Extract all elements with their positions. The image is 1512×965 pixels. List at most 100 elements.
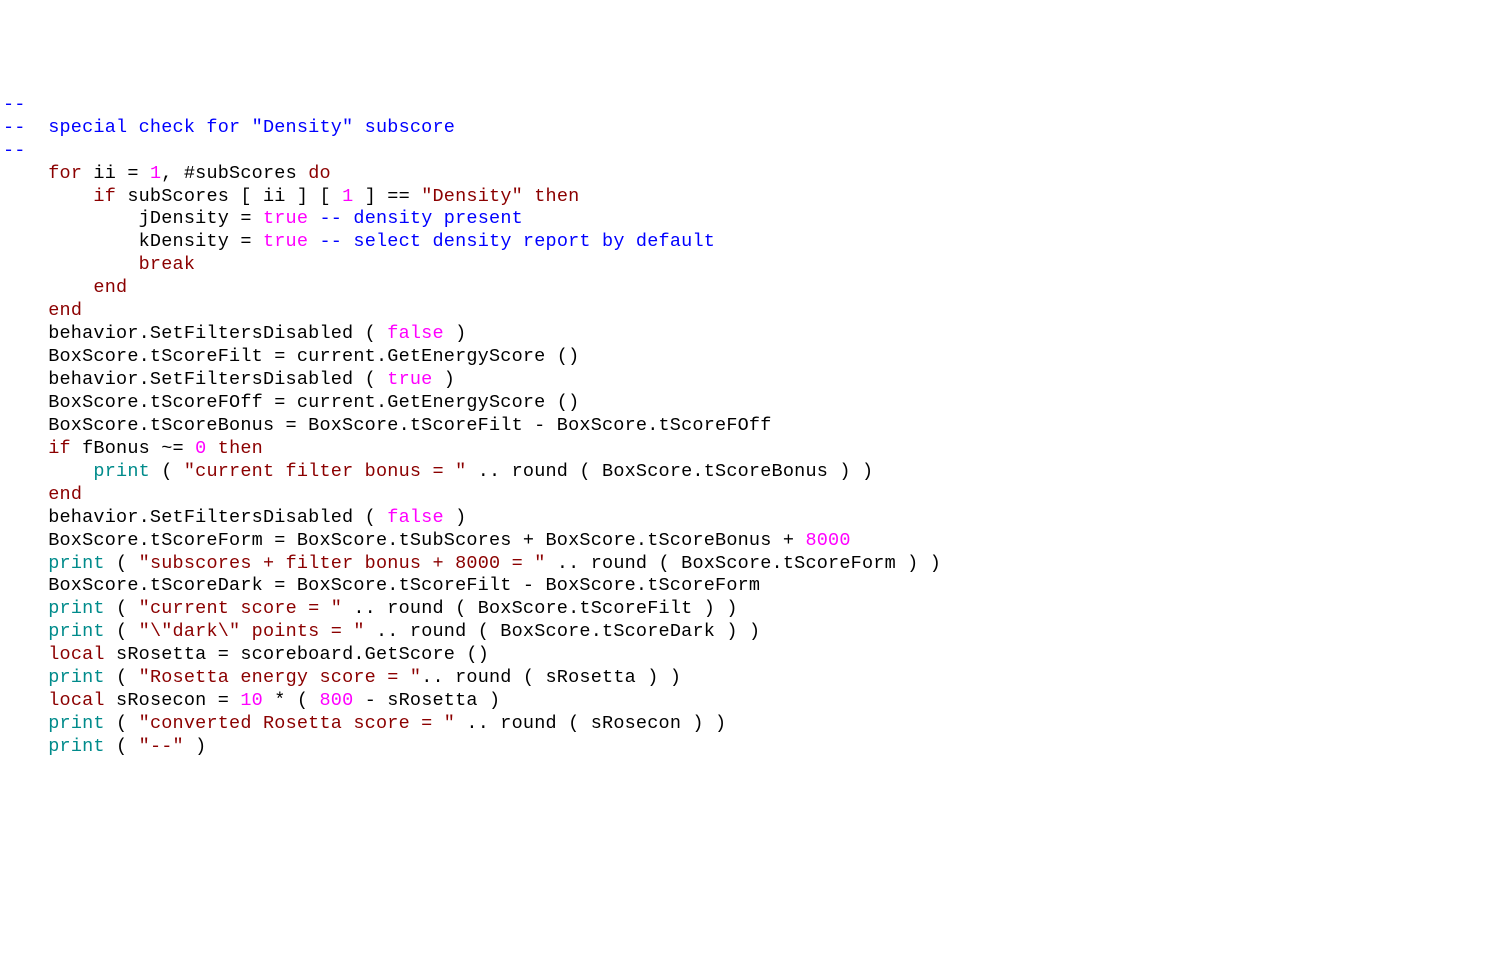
code-token: ] == (353, 186, 421, 207)
code-line: BoxScore.tScoreBonus = BoxScore.tScoreFi… (3, 415, 1512, 438)
code-token (3, 254, 139, 275)
code-token: behavior.SetFiltersDisabled ( (3, 507, 387, 528)
code-token: behavior.SetFiltersDisabled ( (3, 369, 387, 390)
code-token (206, 438, 217, 459)
code-token: if (93, 186, 116, 207)
code-line: break (3, 254, 1512, 277)
code-token (3, 277, 93, 298)
code-line: -- special check for "Density" subscore (3, 117, 1512, 140)
code-token: end (48, 300, 82, 321)
code-line: BoxScore.tScoreFOff = current.GetEnergyS… (3, 392, 1512, 415)
code-token: "\"dark\" points = " (139, 621, 365, 642)
code-token: then (534, 186, 579, 207)
code-line: end (3, 277, 1512, 300)
code-token (308, 231, 319, 252)
code-line: local sRosecon = 10 * ( 800 - sRosetta ) (3, 690, 1512, 713)
code-line: print ( "converted Rosetta score = " .. … (3, 713, 1512, 736)
code-token: print (48, 598, 105, 619)
code-token: for (48, 163, 82, 184)
code-token: sRosecon = (105, 690, 241, 711)
code-line: print ( "--" ) (3, 736, 1512, 759)
code-token: print (48, 553, 105, 574)
code-token (3, 553, 48, 574)
code-token: BoxScore.tScoreFilt = current.GetEnergyS… (3, 346, 579, 367)
code-token: true (387, 369, 432, 390)
code-token: print (93, 461, 150, 482)
code-token: fBonus ~= (71, 438, 195, 459)
code-line: for ii = 1, #subScores do (3, 163, 1512, 186)
code-token: ( (105, 713, 139, 734)
code-token: ) (184, 736, 207, 757)
code-token: 0 (195, 438, 206, 459)
code-token: -- (3, 140, 26, 161)
code-token: 1 (150, 163, 161, 184)
code-token: true (263, 231, 308, 252)
code-block: ---- special check for "Density" subscor… (0, 92, 1512, 759)
code-token: -- density present (319, 208, 522, 229)
code-token: * ( (263, 690, 320, 711)
code-token (523, 186, 534, 207)
code-line: BoxScore.tScoreFilt = current.GetEnergyS… (3, 346, 1512, 369)
code-line: -- (3, 140, 1512, 163)
code-token: ( (105, 736, 139, 757)
code-token: -- select density report by default (319, 231, 715, 252)
code-line: BoxScore.tScoreDark = BoxScore.tScoreFil… (3, 575, 1512, 598)
code-token: do (308, 163, 331, 184)
code-token (3, 300, 48, 321)
code-line: print ( "\"dark\" points = " .. round ( … (3, 621, 1512, 644)
code-line: jDensity = true -- density present (3, 208, 1512, 231)
code-token: break (139, 254, 196, 275)
code-line: local sRosetta = scoreboard.GetScore () (3, 644, 1512, 667)
code-token: BoxScore.tScoreDark = BoxScore.tScoreFil… (3, 575, 760, 596)
code-token: "Density" (421, 186, 523, 207)
code-token: -- (3, 94, 26, 115)
code-token (3, 163, 48, 184)
code-token (3, 186, 93, 207)
code-token: BoxScore.tScoreForm = BoxScore.tSubScore… (3, 530, 805, 551)
code-token (3, 438, 48, 459)
code-line: print ( "Rosetta energy score = ".. roun… (3, 667, 1512, 690)
code-line: print ( "current filter bonus = " .. rou… (3, 461, 1512, 484)
code-line: print ( "current score = " .. round ( Bo… (3, 598, 1512, 621)
code-token: kDensity = (3, 231, 263, 252)
code-token: .. round ( BoxScore.tScoreBonus ) ) (466, 461, 873, 482)
code-token: 1 (342, 186, 353, 207)
code-token (3, 621, 48, 642)
code-token: "current score = " (139, 598, 342, 619)
code-line: BoxScore.tScoreForm = BoxScore.tSubScore… (3, 530, 1512, 553)
code-token: jDensity = (3, 208, 263, 229)
code-token: 8000 (805, 530, 850, 551)
code-token: ( (105, 667, 139, 688)
code-token (3, 598, 48, 619)
code-token: .. round ( sRosetta ) ) (421, 667, 681, 688)
code-token: BoxScore.tScoreFOff = current.GetEnergyS… (3, 392, 579, 413)
code-token: print (48, 667, 105, 688)
code-token: "Rosetta energy score = " (139, 667, 422, 688)
code-token: end (48, 484, 82, 505)
code-token: .. round ( BoxScore.tScoreDark ) ) (365, 621, 761, 642)
code-token: sRosetta = scoreboard.GetScore () (105, 644, 489, 665)
code-token: .. round ( BoxScore.tScoreForm ) ) (546, 553, 942, 574)
code-token: false (387, 323, 444, 344)
code-token: "current filter bonus = " (184, 461, 467, 482)
code-token (3, 736, 48, 757)
code-token: "subscores + filter bonus + 8000 = " (139, 553, 546, 574)
code-token: ii = (82, 163, 150, 184)
code-token (3, 644, 48, 665)
code-token: local (48, 644, 105, 665)
code-line: end (3, 300, 1512, 323)
code-line: behavior.SetFiltersDisabled ( false ) (3, 507, 1512, 530)
code-line: -- (3, 94, 1512, 117)
code-token: - sRosetta ) (353, 690, 500, 711)
code-token: ( (105, 621, 139, 642)
code-token: ( (105, 598, 139, 619)
code-token (3, 690, 48, 711)
code-token: print (48, 736, 105, 757)
code-line: end (3, 484, 1512, 507)
code-token: print (48, 713, 105, 734)
code-token (3, 713, 48, 734)
code-token (3, 484, 48, 505)
code-token: local (48, 690, 105, 711)
code-token (308, 208, 319, 229)
code-token: 800 (319, 690, 353, 711)
